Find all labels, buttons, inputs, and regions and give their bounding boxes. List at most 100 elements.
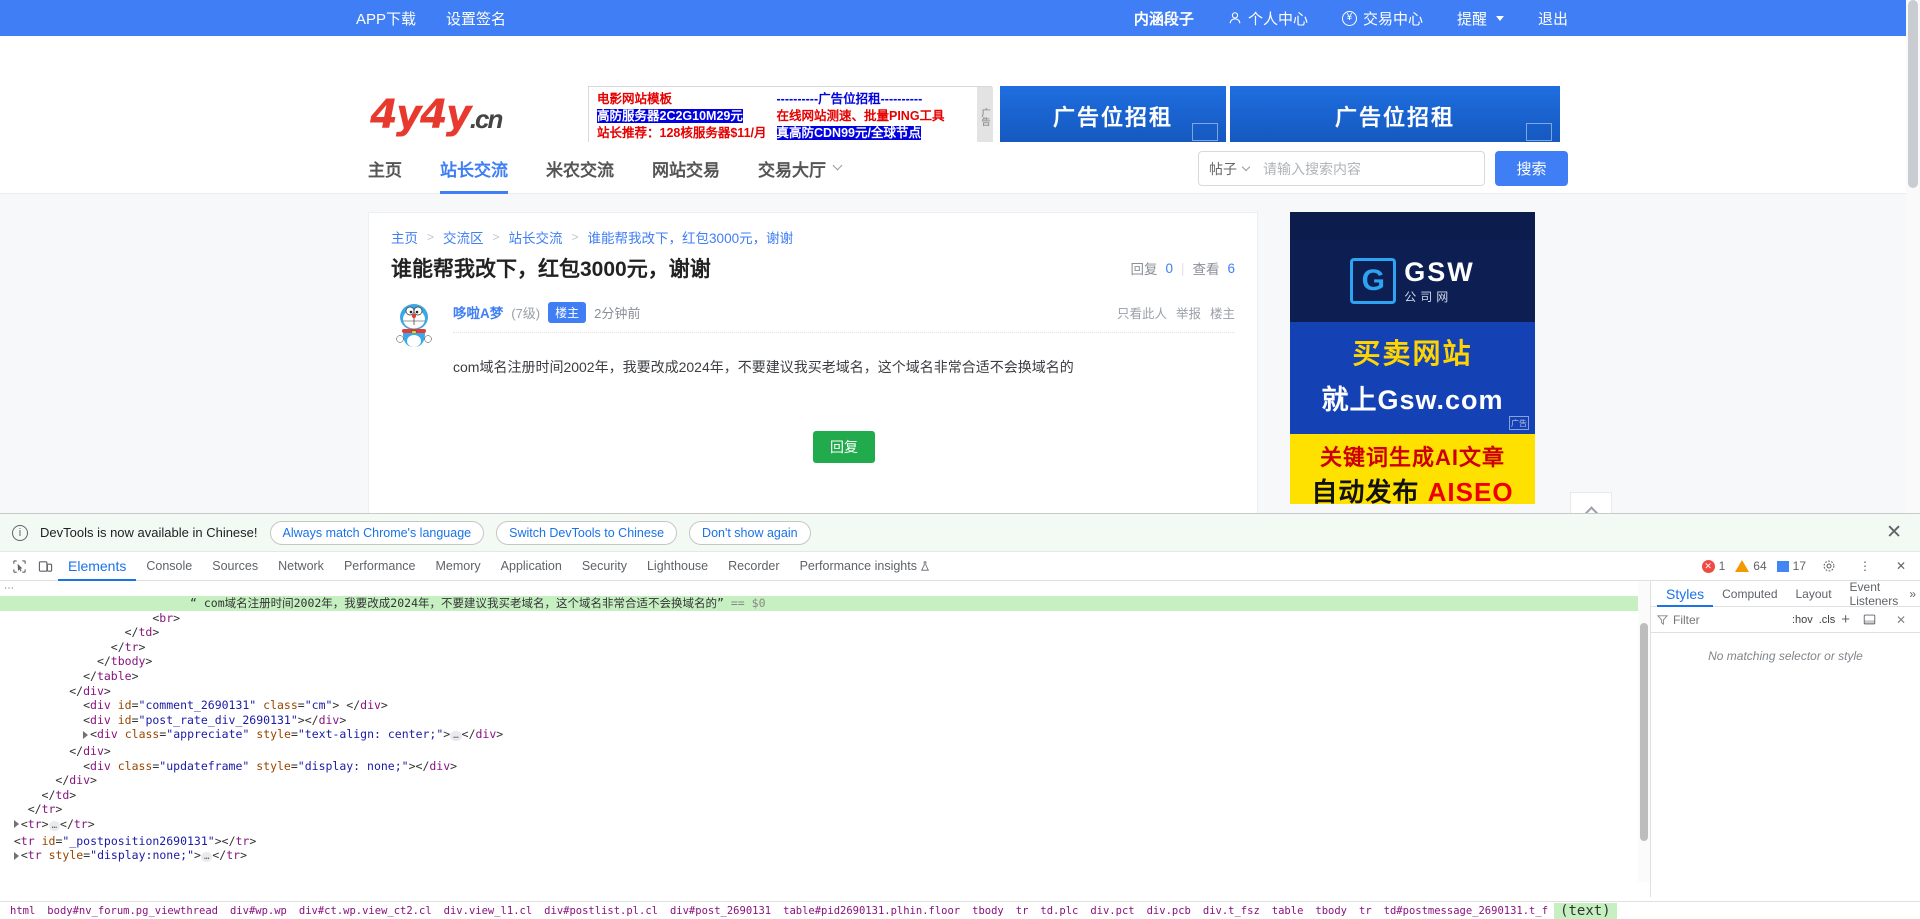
elements-tree-panel[interactable]: ⋯ “ com域名注册时间2002年，我要改成2024年，不要建议我买老域名，这…	[0, 581, 1650, 897]
report-action[interactable]: 举报	[1176, 303, 1201, 322]
toggle-element-state-icon[interactable]	[1856, 607, 1882, 633]
elements-scrollbar-thumb[interactable]	[1640, 623, 1648, 841]
dom-tree-row[interactable]: <div class="updateframe" style="display:…	[0, 759, 1650, 774]
tab-console[interactable]: Console	[136, 552, 202, 581]
banner-ad-2[interactable]: 广告位招租	[1230, 86, 1560, 146]
scroll-up-button[interactable]	[1570, 492, 1612, 513]
tab-security[interactable]: Security	[572, 552, 637, 581]
dom-breadcrumb-item[interactable]: div.view_l1.cl	[438, 905, 539, 917]
search-input[interactable]	[1263, 160, 1453, 177]
breadcrumb-item-board[interactable]: 站长交流	[509, 227, 563, 247]
error-counter[interactable]: ✕ 1	[1701, 559, 1725, 573]
tab-computed[interactable]: Computed	[1713, 581, 1786, 607]
switch-devtools-chinese-button[interactable]: Switch DevTools to Chinese	[496, 520, 678, 545]
overflow-dots-icon[interactable]: ⋯	[4, 583, 14, 594]
settings-gear-icon[interactable]	[1816, 553, 1842, 579]
dont-show-again-button[interactable]: Don't show again	[689, 520, 811, 545]
expand-triangle-icon[interactable]	[13, 820, 19, 829]
dom-breadcrumb-item[interactable]: body#nv_forum.pg_viewthread	[41, 905, 224, 917]
tab-application[interactable]: Application	[491, 552, 572, 581]
banner-ad-1[interactable]: 广告位招租	[1000, 86, 1226, 146]
app-download-link[interactable]: APP下载	[356, 8, 416, 29]
elements-scrollbar[interactable]	[1638, 581, 1650, 882]
dom-breadcrumb-item[interactable]: html	[4, 905, 41, 917]
tab-performance[interactable]: Performance	[334, 552, 426, 581]
nav-webmaster-exchange[interactable]: 站长交流	[440, 142, 508, 194]
dom-breadcrumb-item[interactable]: td#postmessage_2690131.t_f	[1378, 905, 1554, 917]
post-author[interactable]: 哆啦A梦	[453, 302, 503, 322]
nav-domainer-exchange[interactable]: 米农交流	[546, 142, 614, 194]
dom-breadcrumb-item[interactable]: table#pid2690131.plhin.floor	[777, 905, 966, 917]
dom-breadcrumb-item[interactable]: tr	[1010, 905, 1035, 917]
dom-tree[interactable]: “ com域名注册时间2002年，我要改成2024年，不要建议我买老域名，这个域…	[0, 596, 1650, 865]
dom-breadcrumb-item[interactable]: td.plc	[1034, 905, 1084, 917]
site-logo[interactable]: 4y4y.cn	[370, 92, 503, 138]
inspect-element-icon[interactable]	[6, 553, 32, 579]
dom-breadcrumb-item[interactable]: div#ct.wp.view_ct2.cl	[293, 905, 438, 917]
dom-breadcrumb[interactable]: html body#nv_forum.pg_viewthread div#wp.wp…	[0, 901, 1920, 919]
dom-tree-row[interactable]: </td>	[0, 625, 1650, 640]
nav-site-trade[interactable]: 网站交易	[652, 142, 720, 194]
avatar[interactable]	[391, 301, 437, 349]
tab-layout[interactable]: Layout	[1787, 581, 1841, 607]
page-scrollbar[interactable]	[1906, 0, 1920, 513]
dom-tree-row[interactable]: <tr style="display:none;">… </tr>	[0, 848, 1650, 865]
hov-toggle[interactable]: :hov	[1792, 614, 1813, 626]
breadcrumb-item-thread[interactable]: 谁能帮我改下，红包3000元，谢谢	[588, 227, 794, 247]
tab-lighthouse[interactable]: Lighthouse	[637, 552, 718, 581]
dom-breadcrumb-item[interactable]: table	[1266, 905, 1310, 917]
dom-breadcrumb-item[interactable]: div.pct	[1084, 905, 1140, 917]
tab-elements[interactable]: Elements	[58, 552, 136, 581]
warning-counter[interactable]: 64	[1735, 559, 1767, 573]
dom-tree-row[interactable]: </div>	[0, 684, 1650, 699]
expand-triangle-icon[interactable]	[83, 730, 89, 739]
info-counter[interactable]: 17	[1776, 559, 1806, 573]
dom-tree-row[interactable]: <br>	[0, 611, 1650, 626]
tab-recorder[interactable]: Recorder	[718, 552, 789, 581]
cls-toggle[interactable]: .cls	[1819, 614, 1836, 626]
dom-tree-row[interactable]: <div id="post_rate_div_2690131"></div>	[0, 713, 1650, 728]
dom-breadcrumb-item[interactable]: div.t_fsz	[1197, 905, 1266, 917]
tab-sources[interactable]: Sources	[202, 552, 268, 581]
dom-breadcrumb-item[interactable]: tbody	[1309, 905, 1353, 917]
tab-memory[interactable]: Memory	[426, 552, 491, 581]
device-toolbar-icon[interactable]	[32, 553, 58, 579]
dom-tree-row[interactable]: <div class="appreciate" style="text-alig…	[0, 727, 1650, 744]
user-center-link[interactable]: 个人中心	[1228, 8, 1308, 29]
new-style-rule-icon[interactable]: +	[1841, 611, 1850, 628]
dom-tree-row[interactable]: <tr id="_postposition2690131"></tr>	[0, 834, 1650, 849]
dom-tree-row[interactable]: </div>	[0, 744, 1650, 759]
always-match-language-button[interactable]: Always match Chrome's language	[269, 520, 485, 545]
dom-breadcrumb-item[interactable]: (text)	[1554, 902, 1617, 919]
dom-breadcrumb-item[interactable]: div#post_2690131	[664, 905, 777, 917]
close-devtools-icon[interactable]: ✕	[1888, 553, 1914, 579]
neihan-duanzi-link[interactable]: 内涵段子	[1134, 8, 1194, 29]
nav-trade-hall[interactable]: 交易大厅	[758, 142, 843, 194]
close-icon[interactable]: ✕	[1886, 521, 1908, 544]
tab-network[interactable]: Network	[268, 552, 334, 581]
dom-tree-row[interactable]: </tr>	[0, 640, 1650, 655]
styles-filter-input[interactable]	[1673, 612, 1773, 627]
dom-tree-row[interactable]: </tbody>	[0, 654, 1650, 669]
dom-breadcrumb-item[interactable]: div#wp.wp	[224, 905, 293, 917]
page-scrollbar-thumb[interactable]	[1908, 0, 1918, 188]
tab-styles[interactable]: Styles	[1657, 581, 1713, 607]
styles-more-tabs-icon[interactable]: »	[1909, 587, 1916, 601]
dom-tree-row[interactable]: <div id="comment_2690131" class="cm"> </…	[0, 698, 1650, 713]
sidebar-ad[interactable]: G GSW 公司网 买卖网站 就上Gsw.com 广告 关键词生成AI文章 自动…	[1290, 212, 1535, 504]
tab-event-listeners[interactable]: Event Listeners	[1841, 580, 1920, 608]
dom-tree-row[interactable]: </tr>	[0, 802, 1650, 817]
styles-close-icon[interactable]: ✕	[1888, 607, 1914, 633]
dom-tree-row[interactable]: “ com域名注册时间2002年，我要改成2024年，不要建议我买老域名，这个域…	[0, 596, 1650, 611]
dom-breadcrumb-item[interactable]: div.pcb	[1141, 905, 1197, 917]
dom-tree-row[interactable]: </table>	[0, 669, 1650, 684]
search-button[interactable]: 搜索	[1495, 151, 1568, 186]
dom-breadcrumb-item[interactable]: tbody	[966, 905, 1010, 917]
tab-performance-insights[interactable]: Performance insights	[790, 552, 941, 581]
search-scope-select[interactable]: 帖子	[1209, 159, 1251, 179]
expand-triangle-icon[interactable]	[13, 851, 19, 860]
text-ad-block[interactable]: 电影网站模板 高防服务器2C2G10M29元 站长推荐：128核服务器$11/月…	[588, 86, 993, 147]
dom-tree-row[interactable]: </div>	[0, 773, 1650, 788]
op-action[interactable]: 楼主	[1210, 303, 1235, 322]
set-signature-link[interactable]: 设置签名	[446, 8, 506, 29]
